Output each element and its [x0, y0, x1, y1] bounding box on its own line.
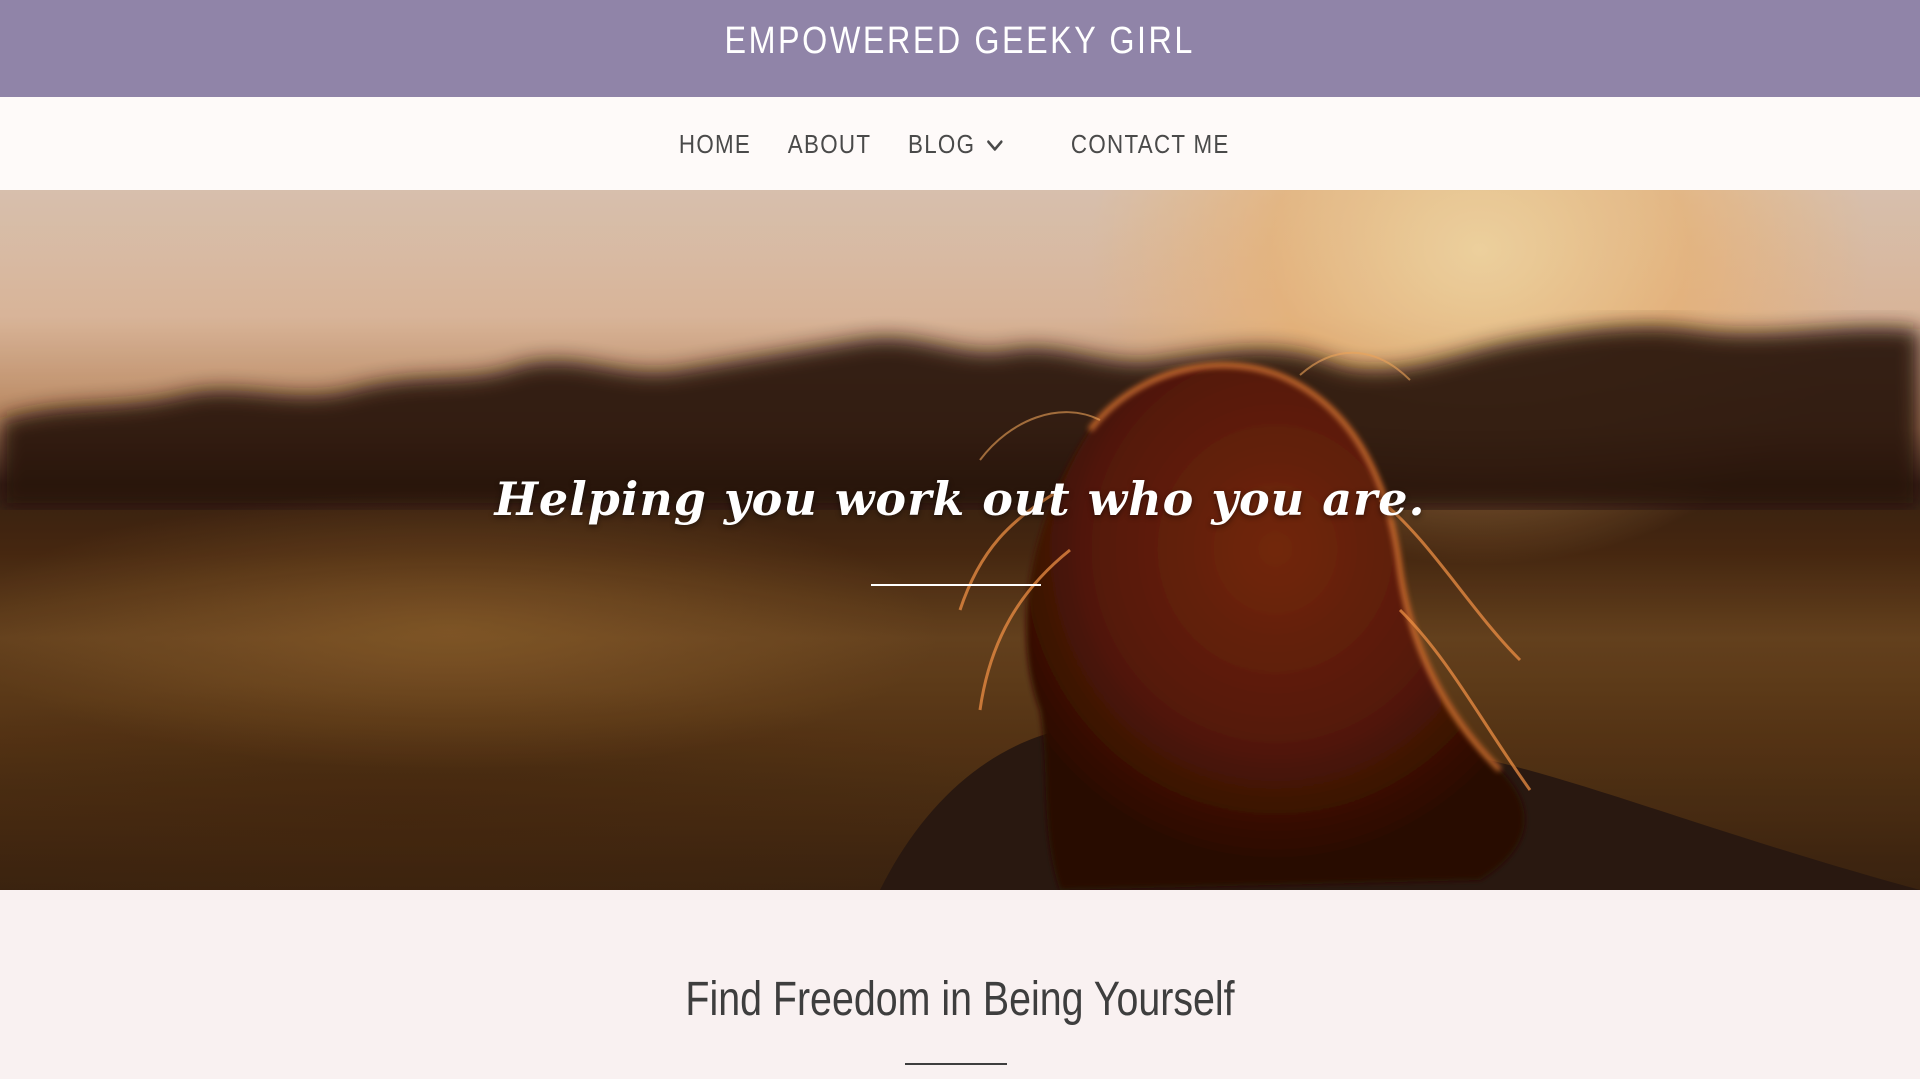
- intro-section: Find Freedom in Being Yourself: [0, 890, 1920, 1079]
- nav-item-home[interactable]: HOME: [679, 129, 751, 160]
- chevron-down-icon[interactable]: [984, 132, 1006, 158]
- nav-item-home-label: HOME: [678, 129, 752, 159]
- hero-overlay: [0, 190, 1920, 890]
- site-title[interactable]: EMPOWERED GEEKY GIRL: [725, 20, 1195, 63]
- hero-banner: Helping you work out who you are.: [0, 190, 1920, 890]
- hero-tagline: Helping you work out who you are.: [494, 472, 1426, 526]
- nav-item-contact-me[interactable]: CONTACT ME: [1071, 129, 1230, 160]
- nav-item-blog-label: BLOG: [908, 129, 976, 159]
- nav-item-blog[interactable]: BLOG: [908, 129, 1006, 160]
- site-header: EMPOWERED GEEKY GIRL: [0, 0, 1920, 97]
- hero-divider: [871, 584, 1041, 586]
- nav-item-about-label: ABOUT: [787, 129, 872, 159]
- section-title: Find Freedom in Being Yourself: [685, 973, 1235, 1026]
- nav-item-contact-me-label: CONTACT ME: [1071, 129, 1230, 159]
- section-divider: [905, 1063, 1007, 1065]
- nav-item-about[interactable]: ABOUT: [788, 129, 871, 160]
- nav-list: HOME ABOUT BLOG CONTACT ME: [673, 127, 1243, 160]
- main-navigation: HOME ABOUT BLOG CONTACT ME: [0, 97, 1920, 190]
